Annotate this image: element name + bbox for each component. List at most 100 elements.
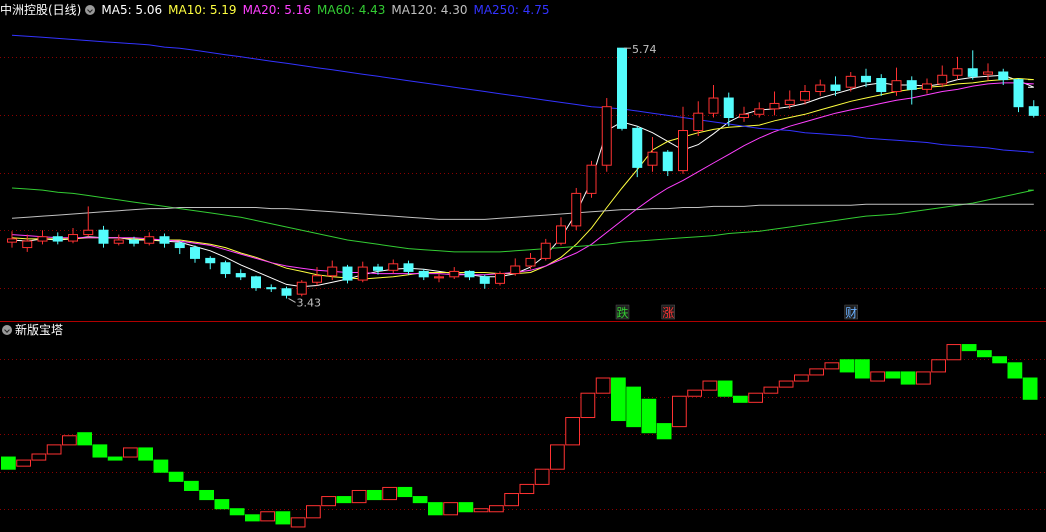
tower-brick (473, 508, 489, 513)
candle-body (1028, 106, 1039, 116)
candle-body (1013, 79, 1024, 108)
tower-brick (992, 356, 1007, 364)
candle-body (174, 242, 185, 249)
tower-brick (138, 447, 153, 461)
tower-brick (611, 377, 626, 422)
tower-brick (62, 435, 77, 446)
tower-brick (275, 511, 291, 525)
candle-body (906, 80, 917, 90)
candle-body (647, 151, 658, 166)
tower-brick (1022, 377, 1038, 400)
candle-body (7, 238, 17, 243)
tower-brick (702, 380, 718, 391)
candle-body (495, 273, 505, 284)
candle-body (281, 288, 292, 296)
candle-body (662, 151, 673, 172)
tower-brick (245, 514, 260, 522)
candle-body (388, 263, 399, 271)
tower-brick (672, 395, 687, 428)
tower-brick (580, 392, 596, 419)
candle-body (998, 71, 1009, 81)
candlestick-series (7, 47, 1039, 299)
indicator-4: MA120: 4.30 (391, 3, 468, 17)
candle-body (601, 106, 612, 166)
candle-body (510, 265, 521, 275)
low-price-pointer (288, 298, 296, 303)
tower-brick (595, 377, 611, 394)
high-price-label: 5.74 (632, 43, 657, 56)
tower-brick (809, 368, 824, 376)
price-grid (0, 57, 1046, 289)
sub-panel-title: 新版宝塔 (15, 323, 64, 337)
candle-body (342, 266, 353, 281)
tower-brick (931, 359, 946, 373)
candle-body (556, 225, 566, 244)
tower-brick (687, 389, 702, 397)
candle-body (845, 75, 856, 88)
ma-line-ma5 (11, 74, 1034, 288)
tower-brick (214, 499, 230, 510)
moving-average-lines (11, 34, 1034, 288)
candle-body (434, 276, 444, 279)
settings-toggle-icon[interactable] (85, 5, 96, 15)
stock-title: 中洲控股(日线) (0, 3, 82, 17)
stock-chart-canvas: 5.74 3.43 跌 涨 财 (0, 34, 1046, 528)
tower-brick (168, 471, 184, 482)
indicator-0: MA5: 5.06 (101, 3, 163, 17)
candle-body (967, 68, 978, 77)
tower-brick (351, 489, 367, 504)
tower-brick (1007, 362, 1023, 379)
candle-body (449, 270, 460, 278)
candle-body (525, 257, 536, 267)
tower-brick (534, 468, 550, 485)
candle-body (190, 247, 200, 259)
candle-body (891, 80, 902, 93)
tower-brick (489, 505, 504, 513)
candle-body (83, 229, 94, 236)
tower-brick (656, 423, 672, 440)
ma-line-ma20 (11, 82, 1034, 276)
tower-brick (458, 502, 474, 513)
tower-brick (1, 456, 16, 470)
candle-body (617, 47, 627, 129)
candle-body (754, 108, 765, 115)
indicator-legend: MA5: 5.06 MA10: 5.19 MA20: 5.16 MA60: 4.43 M… (101, 3, 555, 17)
tower-brick (565, 417, 580, 446)
tower-brick (199, 489, 214, 501)
tower-brick (733, 395, 748, 403)
tower-brick (31, 453, 47, 461)
candle-body (952, 68, 963, 76)
candle-body (586, 164, 597, 194)
tower-brick (443, 502, 458, 516)
signal-marker-label: 涨 (662, 305, 674, 320)
tower-brick (321, 496, 336, 507)
candle-body (739, 113, 749, 119)
tower-brick (184, 480, 199, 491)
tower-brick (855, 359, 870, 379)
tower-brick (123, 447, 138, 458)
tower-brick (626, 386, 641, 428)
candle-body (800, 91, 810, 101)
candle-body (678, 130, 688, 172)
tower-brick (153, 459, 169, 473)
candle-body (876, 78, 887, 93)
main-panel-header: 中洲控股(日线) MA5: 5.06 MA10: 5.19 MA20: 5.16 MA6… (0, 0, 562, 20)
tower-brick (550, 444, 565, 470)
tower-brick (504, 493, 519, 507)
tower-brick (916, 371, 931, 385)
tower-brick (961, 344, 977, 352)
low-price-label: 3.43 (297, 296, 322, 309)
candle-body (37, 236, 48, 242)
tower-brick (778, 380, 794, 388)
candle-body (205, 257, 216, 264)
tower-brick (794, 374, 809, 382)
tower-brick (229, 508, 245, 516)
tower-brick (900, 371, 916, 385)
signal-marker-label: 跌 (617, 305, 629, 320)
tower-brick (977, 350, 992, 358)
candle-body (693, 112, 704, 132)
ma-line-ma10 (11, 77, 1034, 280)
candle-body (327, 266, 338, 277)
collapse-toggle-icon[interactable] (2, 325, 12, 335)
candle-body (296, 281, 307, 295)
